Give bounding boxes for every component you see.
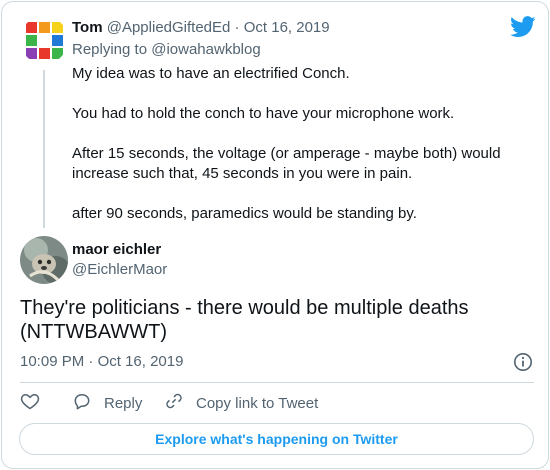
reply-label: Reply bbox=[104, 394, 143, 412]
copy-link-label: Copy link to Tweet bbox=[196, 394, 319, 412]
reply-button[interactable]: Reply bbox=[72, 392, 142, 414]
tom-avatar[interactable] bbox=[20, 16, 68, 64]
header-separator: · bbox=[234, 19, 240, 36]
copy-link-button[interactable]: Copy link to Tweet bbox=[164, 392, 318, 414]
twitter-bird-icon[interactable] bbox=[510, 16, 536, 38]
timestamp-separator: · bbox=[88, 353, 94, 370]
main-tweet-timestamp[interactable]: 10:09 PM · Oct 16, 2019 bbox=[20, 352, 183, 372]
heart-icon bbox=[20, 391, 40, 416]
parent-tweet-header: Tom @AppliedGiftedEd · Oct 16, 2019 bbox=[72, 18, 330, 38]
parent-author-name[interactable]: Tom bbox=[72, 19, 103, 36]
tweet-embed-card: Tom @AppliedGiftedEd · Oct 16, 2019 Repl… bbox=[1, 1, 549, 469]
parent-paragraph: You had to hold the conch to have your m… bbox=[72, 105, 455, 122]
replying-prefix: Replying to bbox=[72, 41, 148, 58]
parent-paragraph: My idea was to have an electrified Conch… bbox=[72, 65, 350, 82]
link-icon bbox=[164, 391, 184, 416]
parent-tweet-text: My idea was to have an electrified Conch… bbox=[72, 64, 522, 244]
reply-bubble-icon bbox=[72, 391, 92, 416]
parent-tweet-date[interactable]: Oct 16, 2019 bbox=[244, 19, 330, 36]
like-button[interactable] bbox=[20, 392, 40, 414]
parent-paragraph: after 90 seconds, paramedics would be st… bbox=[72, 205, 417, 222]
maor-avatar[interactable] bbox=[20, 236, 68, 284]
replying-handle[interactable]: @iowahawkblog bbox=[151, 41, 260, 58]
main-author-handle[interactable]: @EichlerMaor bbox=[72, 260, 167, 280]
parent-author-handle[interactable]: @AppliedGiftedEd bbox=[107, 19, 231, 36]
info-icon[interactable] bbox=[513, 352, 533, 372]
main-author-name[interactable]: maor eichler bbox=[72, 240, 161, 260]
thread-connector-line bbox=[43, 70, 45, 228]
main-tweet-text: They're politicians - there would be mul… bbox=[20, 297, 469, 343]
actions-divider bbox=[20, 382, 534, 383]
tweet-date[interactable]: Oct 16, 2019 bbox=[98, 353, 184, 370]
parent-paragraph: After 15 seconds, the voltage (or ampera… bbox=[72, 145, 501, 182]
explore-twitter-button[interactable]: Explore what's happening on Twitter bbox=[19, 423, 534, 455]
replying-to-line: Replying to @iowahawkblog bbox=[72, 40, 261, 60]
tweet-time[interactable]: 10:09 PM bbox=[20, 353, 84, 370]
